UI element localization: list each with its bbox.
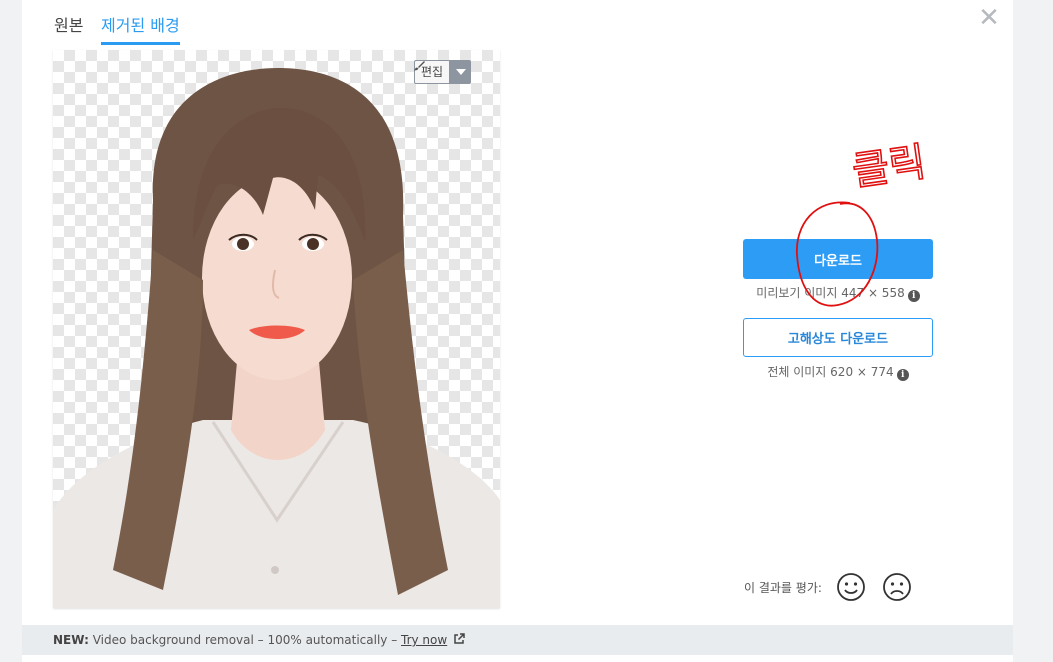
preview-size-label: 미리보기 이미지 [756, 286, 838, 300]
full-size-info: 전체 이미지 620 × 774 i [743, 363, 933, 381]
hd-download-button[interactable]: 고해상도 다운로드 [743, 318, 933, 357]
edit-control: 편집 [414, 60, 472, 84]
preview-size-info: 미리보기 이미지 447 × 558 i [743, 284, 933, 302]
person-cutout-image [53, 68, 500, 608]
caret-down-icon [455, 69, 466, 75]
footer-new-badge: NEW: [53, 633, 89, 647]
try-now-link[interactable]: Try now [401, 633, 447, 647]
full-size-label: 전체 이미지 [767, 365, 827, 379]
rating-label: 이 결과를 평가: [744, 580, 822, 595]
full-size-value: 620 × 774 [830, 365, 894, 379]
tab-removed-background[interactable]: 제거된 배경 [101, 12, 180, 45]
smile-icon[interactable] [836, 572, 866, 602]
download-button[interactable]: 다운로드 [743, 239, 933, 279]
result-preview-image: 편집 [53, 50, 500, 608]
tab-original[interactable]: 원본 [54, 12, 83, 42]
external-link-icon[interactable] [453, 633, 465, 645]
close-icon[interactable]: ✕ [977, 5, 1001, 31]
rating-section: 이 결과를 평가: [744, 572, 928, 602]
brush-icon [414, 61, 425, 71]
promo-footer: NEW: Video background removal – 100% aut… [22, 625, 1013, 655]
edit-button[interactable]: 편집 [414, 60, 451, 84]
edit-dropdown-toggle[interactable] [450, 60, 472, 84]
footer-text: Video background removal – 100% automati… [88, 633, 402, 647]
info-icon[interactable]: i [907, 290, 920, 302]
result-modal: 원본 제거된 배경 ✕ 편집 다운로드 미리보기 이미지 447 × 558 i… [22, 0, 1013, 662]
frown-icon[interactable] [882, 572, 912, 602]
preview-size-value: 447 × 558 [841, 286, 905, 300]
info-icon[interactable]: i [896, 369, 909, 381]
